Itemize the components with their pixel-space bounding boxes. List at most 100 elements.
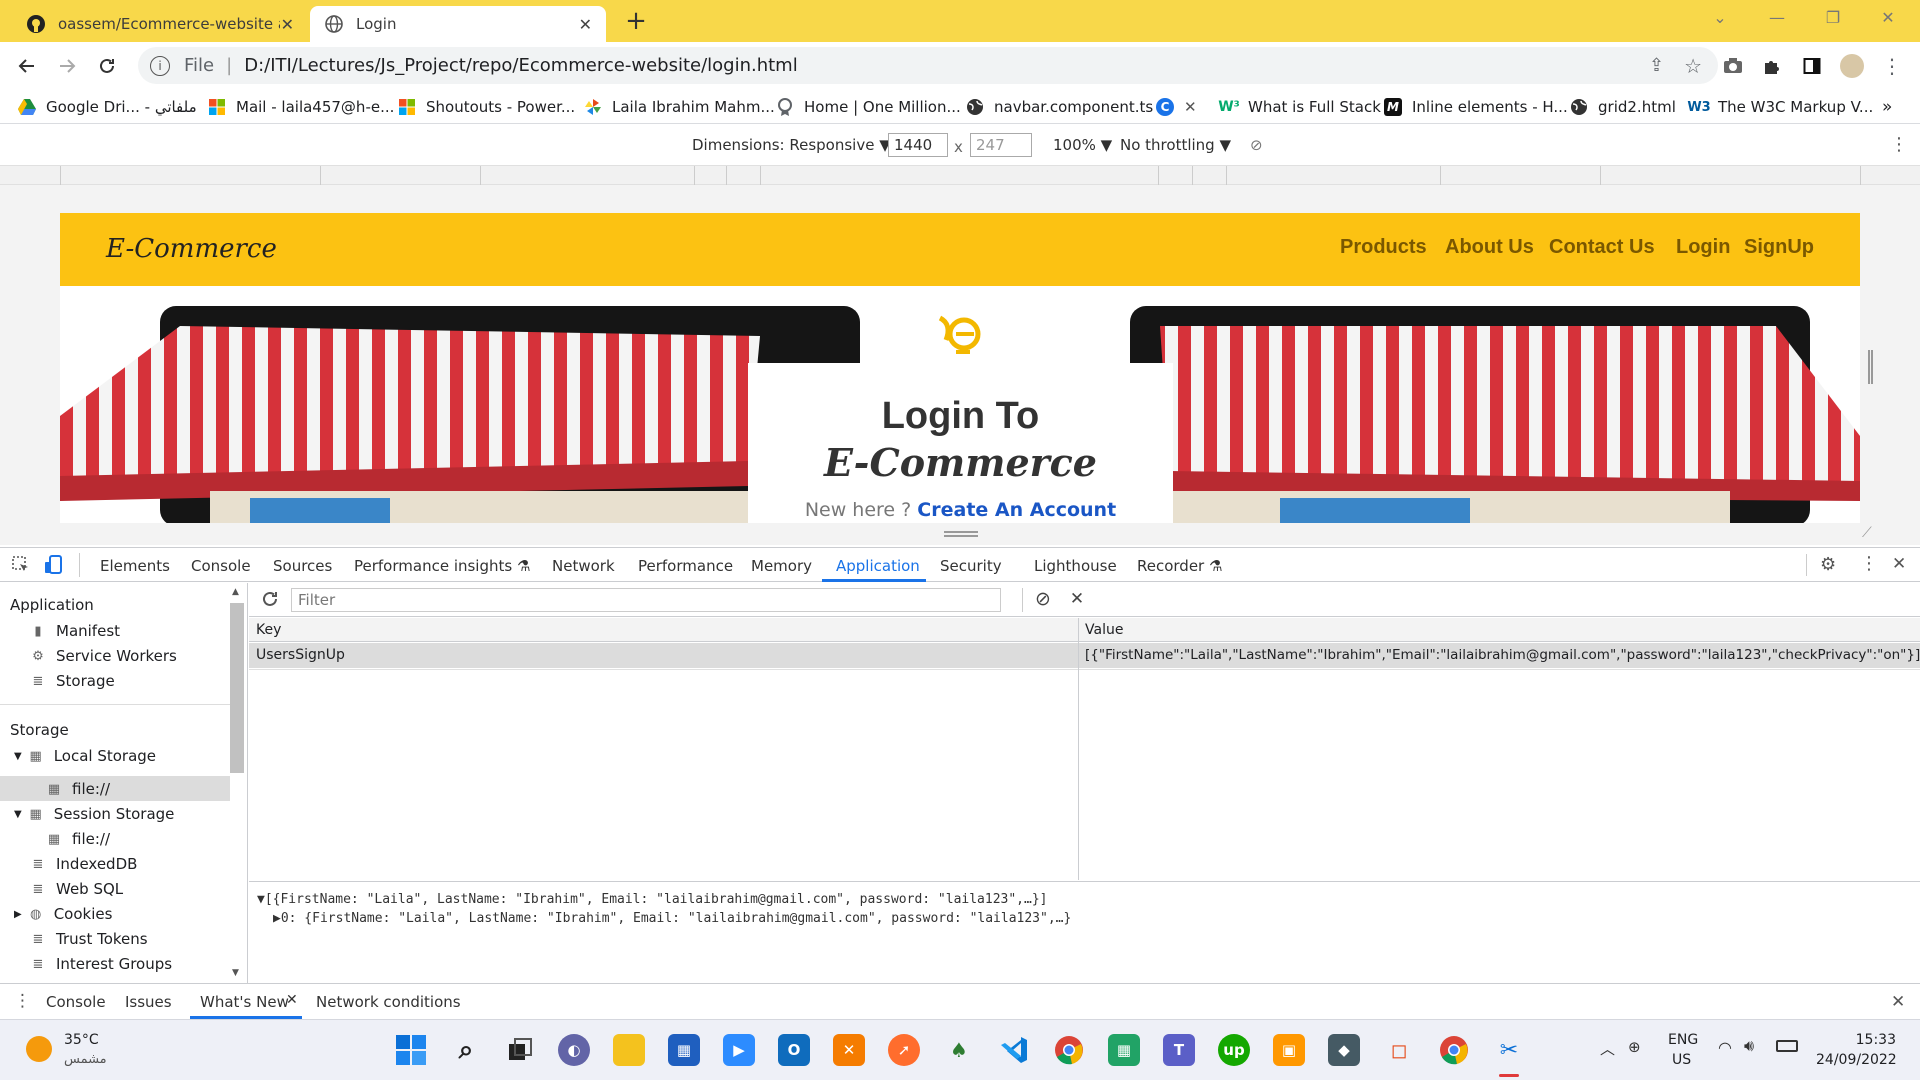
- bookmark-item[interactable]: Google Dri... - ملفاتي: [18, 96, 197, 118]
- tab-recorder[interactable]: Recorder ⚗: [1137, 557, 1222, 575]
- snipping-tool-icon[interactable]: ✂: [1493, 1034, 1525, 1066]
- collapse-arrow-icon[interactable]: ▶: [14, 909, 22, 920]
- sidebar-item-indexeddb[interactable]: ≣ IndexedDB: [30, 853, 138, 875]
- tab-console[interactable]: Console: [191, 557, 251, 575]
- height-input[interactable]: 247: [970, 133, 1032, 157]
- drawer-tab-issues[interactable]: Issues: [125, 993, 172, 1011]
- inspect-element-icon[interactable]: [12, 556, 30, 574]
- chat-icon[interactable]: ◐: [558, 1034, 590, 1066]
- new-tab-button[interactable]: +: [620, 6, 652, 38]
- media-query-ruler[interactable]: [0, 165, 1920, 186]
- excel-icon[interactable]: ▦: [1108, 1034, 1140, 1066]
- close-devtools-icon[interactable]: ✕: [1892, 554, 1906, 574]
- sidebar-item-web-sql[interactable]: ≣ Web SQL: [30, 878, 124, 900]
- sidebar-item-interest-groups[interactable]: ≣ Interest Groups: [30, 953, 173, 975]
- start-button-icon[interactable]: [395, 1034, 427, 1066]
- more-bookmarks-button[interactable]: »: [1882, 96, 1892, 118]
- mongodb-icon[interactable]: ♠: [943, 1034, 975, 1066]
- settings-gear-icon[interactable]: ⚙: [1820, 554, 1836, 575]
- sidebar-item-manifest[interactable]: ▮ Manifest: [30, 620, 120, 642]
- sidebar-item-service-workers[interactable]: ⚙ Service Workers: [30, 645, 177, 667]
- nav-login[interactable]: Login: [1676, 236, 1730, 259]
- bookmark-item[interactable]: W3 The W3C Markup V...: [1687, 96, 1873, 118]
- drawer-tab-console[interactable]: Console: [46, 993, 106, 1011]
- store-icon[interactable]: ▦: [668, 1034, 700, 1066]
- share-icon[interactable]: ⇪: [1649, 55, 1664, 76]
- preview-array-line[interactable]: ▼[{FirstName: "Laila", LastName: "Ibrahi…: [257, 892, 1048, 907]
- bookmark-item[interactable]: M Inline elements - H...: [1384, 96, 1568, 118]
- postman-icon[interactable]: ➚: [888, 1034, 920, 1066]
- preview-object-line[interactable]: ▶0: {FirstName: "Laila", LastName: "Ibra…: [273, 911, 1071, 926]
- tab-application[interactable]: Application: [836, 557, 920, 575]
- resize-handle-bottom[interactable]: [944, 531, 978, 537]
- bookmark-item[interactable]: Shoutouts - Power...: [398, 96, 575, 118]
- bookmark-item[interactable]: Mail - laila457@h-e...: [208, 96, 394, 118]
- sidebar-item-session-storage[interactable]: ▼ ▦ Session Storage: [14, 803, 174, 825]
- file-explorer-icon[interactable]: [613, 1034, 645, 1066]
- sidebar-item-local-storage[interactable]: ▼ ▦ Local Storage: [14, 745, 156, 767]
- close-whats-new-icon[interactable]: ✕: [286, 992, 298, 1008]
- refresh-icon[interactable]: [261, 590, 279, 608]
- bookmark-item[interactable]: Home | One Million...: [776, 96, 961, 118]
- resize-corner-icon[interactable]: ⟋: [1862, 525, 1872, 541]
- column-header-value[interactable]: Value: [1085, 622, 1123, 638]
- chrome-icon[interactable]: [1053, 1034, 1085, 1066]
- menu-icon[interactable]: ⋮: [1880, 54, 1904, 78]
- battery-icon[interactable]: [1776, 1040, 1798, 1052]
- width-input[interactable]: 1440: [888, 133, 948, 157]
- outlook-icon[interactable]: O: [778, 1034, 810, 1066]
- office-icon[interactable]: ◻: [1383, 1034, 1415, 1066]
- expand-arrow-icon[interactable]: ▼: [14, 751, 22, 762]
- drawer-tab-network-conditions[interactable]: Network conditions: [316, 993, 461, 1011]
- tab-search-icon[interactable]: ⌄: [1700, 8, 1740, 34]
- chevron-up-icon[interactable]: ︿: [1600, 1038, 1615, 1059]
- close-tab-icon[interactable]: ✕: [281, 15, 294, 34]
- clock-time[interactable]: 15:33: [1840, 1032, 1896, 1048]
- close-tab-icon[interactable]: ✕: [579, 15, 592, 34]
- sidebar-item-local-file[interactable]: ▦ file://: [46, 778, 110, 800]
- browser-tab-login[interactable]: Login ✕: [310, 6, 606, 42]
- devtools-menu-icon[interactable]: ⋮: [1860, 553, 1878, 574]
- nav-products[interactable]: Products: [1340, 236, 1427, 259]
- scroll-up-icon[interactable]: ▲: [232, 587, 239, 597]
- rotate-icon[interactable]: ⊘: [1250, 136, 1263, 154]
- throttling-select[interactable]: No throttling ▼: [1120, 136, 1231, 154]
- teams-icon[interactable]: T: [1163, 1034, 1195, 1066]
- bookmark-item[interactable]: Laila Ibrahim Mahm...: [584, 96, 775, 118]
- info-icon[interactable]: i: [150, 55, 170, 76]
- tab-lighthouse[interactable]: Lighthouse: [1034, 557, 1117, 575]
- expand-arrow-icon[interactable]: ▼: [14, 809, 22, 820]
- nav-signup[interactable]: SignUp: [1744, 236, 1814, 259]
- restore-button[interactable]: ❐: [1813, 8, 1853, 34]
- zoom-select[interactable]: 100% ▼: [1053, 136, 1112, 154]
- avatar[interactable]: [1840, 54, 1864, 78]
- virtualbox-icon[interactable]: ▣: [1273, 1034, 1305, 1066]
- camera-icon[interactable]: [1721, 54, 1745, 78]
- reload-button[interactable]: [92, 51, 122, 81]
- extensions-icon[interactable]: [1760, 54, 1784, 78]
- close-window-button[interactable]: ✕: [1868, 8, 1908, 34]
- drawer-menu-icon[interactable]: ⋮: [14, 991, 31, 1011]
- tab-sources[interactable]: Sources: [273, 557, 332, 575]
- scroll-down-icon[interactable]: ▼: [232, 968, 239, 978]
- create-account-link[interactable]: Create An Account: [917, 499, 1116, 521]
- nav-contact-us[interactable]: Contact Us: [1549, 236, 1655, 259]
- sidebar-item-session-file[interactable]: ▦ file://: [46, 828, 110, 850]
- back-button[interactable]: [12, 51, 42, 81]
- volume-icon[interactable]: 🔊︎: [1744, 1036, 1754, 1056]
- bookmark-item[interactable]: navbar.component.ts: [966, 96, 1153, 118]
- device-options-icon[interactable]: ⋮: [1890, 134, 1908, 155]
- column-divider[interactable]: [1078, 618, 1079, 880]
- sidebar-item-storage[interactable]: ≣ Storage: [30, 670, 115, 692]
- tab-security[interactable]: Security: [940, 557, 1002, 575]
- side-panel-icon[interactable]: [1800, 54, 1824, 78]
- nav-about-us[interactable]: About Us: [1445, 236, 1534, 259]
- location-icon[interactable]: ⊕: [1628, 1038, 1641, 1056]
- minimize-button[interactable]: —: [1757, 8, 1797, 34]
- tab-performance-insights[interactable]: Performance insights ⚗: [354, 557, 530, 575]
- xampp-icon[interactable]: ✕: [833, 1034, 865, 1066]
- bookmark-item[interactable]: W³ What is Full Stack: [1218, 96, 1381, 118]
- tab-network[interactable]: Network: [552, 557, 615, 575]
- sidebar-item-trust-tokens[interactable]: ≣ Trust Tokens: [30, 928, 148, 950]
- filter-input[interactable]: Filter: [291, 588, 1001, 612]
